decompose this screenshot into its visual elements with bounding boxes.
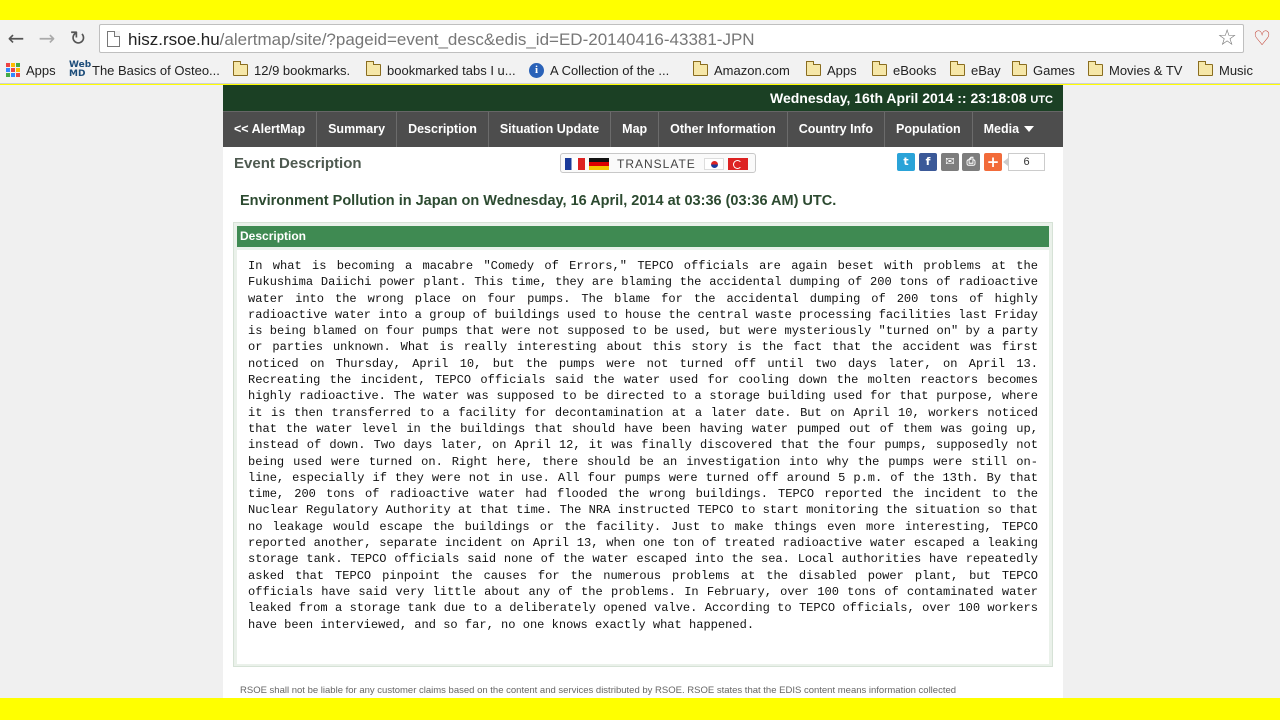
folder-icon (805, 61, 821, 76)
germany-flag-icon[interactable] (589, 158, 609, 170)
bookmark-folder-movies[interactable]: Movies & TV (1087, 60, 1182, 80)
france-flag-icon[interactable] (565, 158, 585, 170)
folder-icon (1087, 61, 1103, 76)
info-icon: i (529, 62, 544, 78)
translate-label: TRANSLATE (617, 157, 696, 171)
description-header: Description (237, 226, 1049, 247)
menu-population[interactable]: Population (885, 112, 973, 147)
timezone-label: UTC (1030, 94, 1053, 106)
forward-arrow-icon[interactable]: → (35, 26, 59, 50)
bookmarks-bar: Apps Web MD The Basics of Osteo... 12/9 bo… (0, 57, 1280, 83)
bookmark-apps[interactable]: Apps (6, 60, 56, 80)
bookmark-star-icon[interactable]: ☆ (1217, 26, 1237, 51)
bookmark-folder-apps[interactable]: Apps (805, 60, 857, 80)
turkey-flag-icon[interactable] (728, 158, 748, 170)
address-bar[interactable]: hisz.rsoe.hu/alertmap/site/?pageid=event… (99, 24, 1244, 53)
bookmark-folder-ebooks[interactable]: eBooks (871, 60, 936, 80)
description-text: In what is becoming a macabre "Comedy of… (248, 259, 1038, 632)
reload-icon[interactable]: ↻ (66, 26, 90, 50)
menu-map[interactable]: Map (611, 112, 660, 147)
folder-icon (692, 61, 708, 76)
section-title: Event Description (234, 155, 362, 172)
menu-country-info[interactable]: Country Info (788, 112, 886, 147)
bookmark-folder-amazon[interactable]: Amazon.com (692, 60, 790, 80)
page-viewport: Wednesday, 16th April 2014 :: 23:18:08 U… (0, 85, 1280, 698)
menu-other-information[interactable]: Other Information (659, 112, 788, 147)
event-headline: Environment Pollution in Japan on Wednes… (240, 193, 837, 209)
menu-situation-update[interactable]: Situation Update (489, 112, 612, 147)
event-toolbar: Event Description TRANSLATE t f ✉ ⎙ + 6 (223, 147, 1063, 181)
bookmark-folder-music[interactable]: Music (1197, 60, 1253, 80)
site-container: Wednesday, 16th April 2014 :: 23:18:08 U… (223, 85, 1063, 698)
facebook-icon[interactable]: f (919, 153, 937, 171)
share-plus-icon[interactable]: + (984, 153, 1002, 171)
menu-description[interactable]: Description (397, 112, 489, 147)
twitter-icon[interactable]: t (897, 153, 915, 171)
webmd-icon: Web MD (69, 60, 92, 79)
email-icon[interactable]: ✉ (941, 153, 959, 171)
menu-alertmap[interactable]: << AlertMap (223, 112, 318, 147)
back-arrow-icon[interactable]: ← (4, 26, 28, 50)
folder-icon (1011, 61, 1027, 76)
bookmark-collection[interactable]: iA Collection of the ... (529, 60, 669, 80)
bookmark-folder-129[interactable]: 12/9 bookmarks. (232, 60, 350, 80)
folder-icon (871, 61, 887, 76)
korea-flag-icon[interactable] (704, 158, 724, 170)
bookmark-folder-ebay[interactable]: eBay (949, 60, 1001, 80)
menu-summary[interactable]: Summary (317, 112, 398, 147)
caret-down-icon (1024, 126, 1035, 132)
folder-icon (1197, 61, 1213, 76)
date-bar: Wednesday, 16th April 2014 :: 23:18:08 U… (223, 85, 1063, 111)
menu-media[interactable]: Media (973, 112, 1045, 147)
main-menu: << AlertMap Summary Description Situatio… (223, 111, 1063, 147)
description-panel: Description In what is becoming a macabr… (233, 222, 1053, 667)
current-datetime: Wednesday, 16th April 2014 :: 23:18:08 (769, 90, 1027, 106)
bookmark-folder-games[interactable]: Games (1011, 60, 1075, 80)
folder-icon (949, 61, 965, 76)
disclaimer-text: RSOE shall not be liable for any custome… (240, 685, 957, 696)
share-count: 6 (1003, 153, 1045, 171)
apps-grid-icon (6, 63, 20, 77)
browser-chrome: ← → ↻ hisz.rsoe.hu/alertmap/site/?pageid… (0, 20, 1280, 84)
page-icon (107, 31, 120, 47)
translate-widget[interactable]: TRANSLATE (560, 153, 756, 173)
print-icon[interactable]: ⎙ (962, 153, 980, 171)
folder-icon (365, 61, 381, 76)
url-text[interactable]: hisz.rsoe.hu/alertmap/site/?pageid=event… (128, 30, 755, 50)
folder-icon (232, 61, 248, 76)
bookmark-folder-tabs[interactable]: bookmarked tabs I u... (365, 60, 516, 80)
extension-heart-icon[interactable]: ♡ (1253, 26, 1273, 50)
bookmark-osteo[interactable]: Web MD The Basics of Osteo... (69, 60, 220, 80)
description-body: In what is becoming a macabre "Comedy of… (237, 250, 1049, 664)
